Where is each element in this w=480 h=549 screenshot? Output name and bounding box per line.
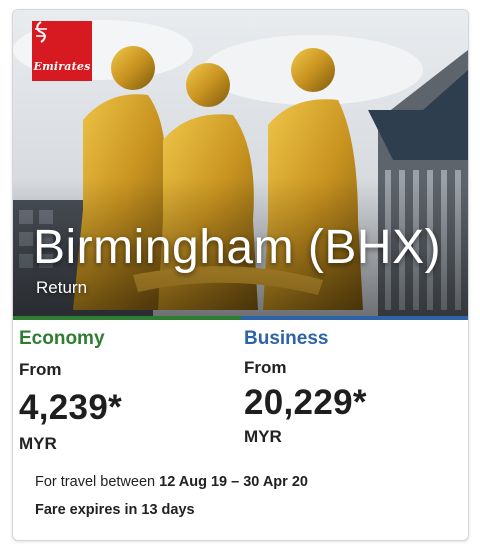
business-from-label: From (244, 358, 287, 377)
business-accent-bar (241, 316, 468, 320)
fare-card[interactable]: Emirates Birmingham (BHX) Return Economy… (12, 9, 469, 541)
business-class-label: Business (244, 328, 329, 349)
business-currency: MYR (244, 427, 282, 446)
economy-fare[interactable]: Economy From 4,239* MYR (19, 328, 122, 454)
brand-name: Emirates (33, 60, 91, 73)
economy-class-label: Economy (19, 328, 105, 349)
emirates-calligraphy-icon (35, 21, 47, 43)
economy-accent-bar (13, 316, 241, 320)
business-fare[interactable]: Business From 20,229* MYR (244, 328, 367, 447)
destination-hero-image: Emirates Birmingham (BHX) Return (13, 10, 468, 316)
fare-expiry: Fare expires in 13 days (35, 502, 195, 518)
travel-period-prefix: For travel between (35, 474, 156, 490)
business-price: 20,229* (244, 383, 367, 422)
economy-from-label: From (19, 360, 62, 379)
travel-period-dates: 12 Aug 19 – 30 Apr 20 (159, 474, 308, 490)
destination-title: Birmingham (BHX) (33, 221, 442, 274)
economy-currency: MYR (19, 434, 57, 453)
travel-period: For travel between 12 Aug 19 – 30 Apr 20 (35, 474, 308, 490)
emirates-logo: Emirates (32, 21, 92, 81)
trip-type: Return (36, 278, 88, 297)
economy-price: 4,239* (19, 388, 123, 427)
